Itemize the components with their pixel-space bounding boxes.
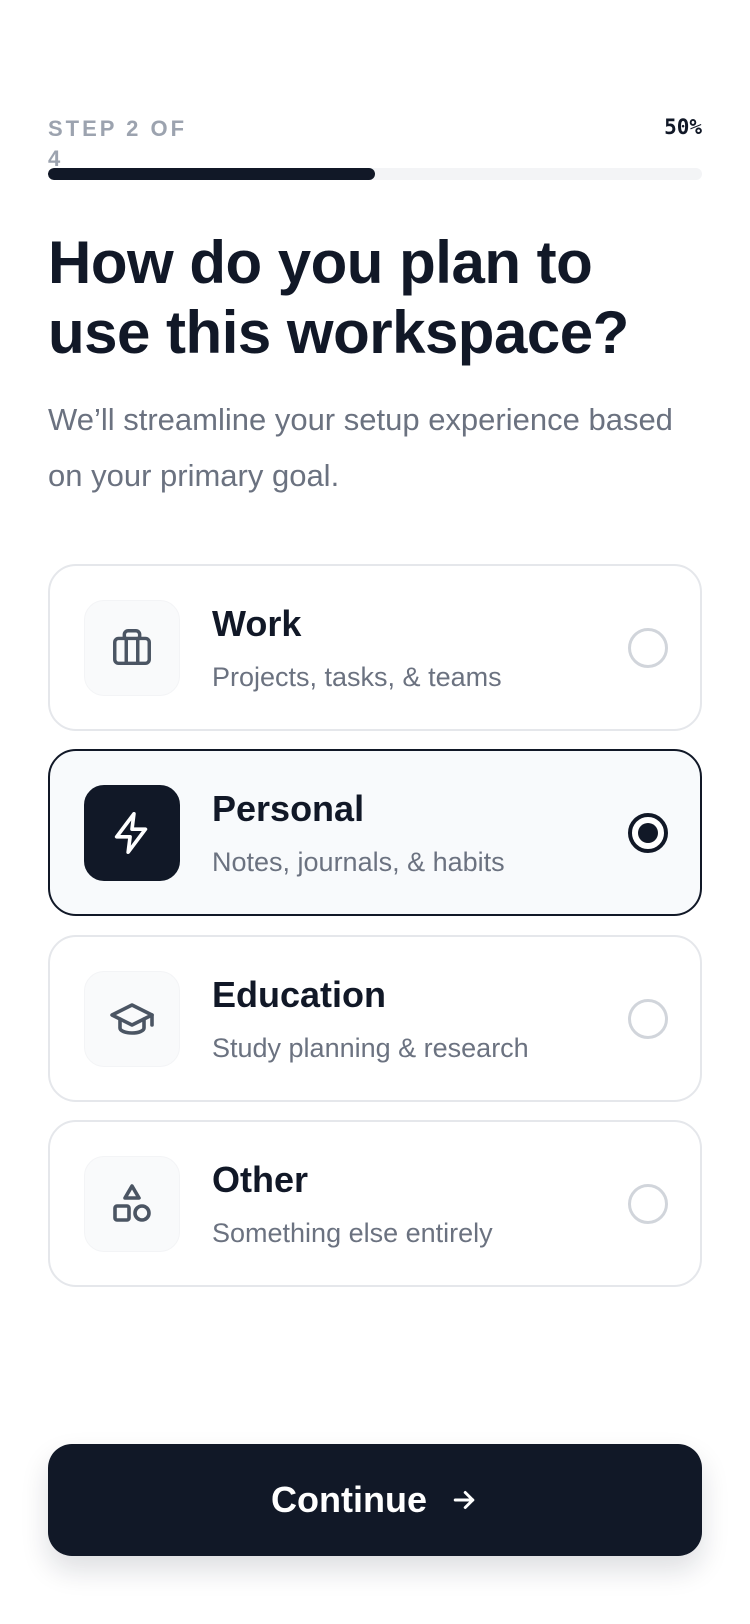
arrow-right-icon: [453, 1491, 475, 1509]
option-title: Other: [212, 1159, 309, 1200]
option-description: Study planning & research: [212, 1033, 529, 1063]
briefcase-icon: [113, 629, 151, 666]
page-subtitle: We’ll streamline your setup experience b…: [48, 402, 673, 493]
option-card-work[interactable]: Work Projects, tasks, & teams: [48, 564, 702, 731]
graduation-cap-icon: [110, 1003, 154, 1035]
option-title: Personal: [212, 788, 365, 829]
option-card-personal[interactable]: Personal Notes, journals, & habits: [48, 749, 702, 916]
page-title: How do you plan to use this workspace?: [48, 229, 629, 366]
lightning-icon: [114, 812, 148, 854]
continue-label: Continue: [271, 1479, 427, 1520]
step-label: STEP 2 OF 4: [48, 116, 188, 171]
option-description: Notes, journals, & habits: [212, 847, 505, 877]
continue-button[interactable]: Continue: [48, 1444, 702, 1556]
option-icon-container: [84, 600, 180, 696]
radio-button[interactable]: [628, 628, 668, 668]
option-title: Work: [212, 603, 302, 644]
progress-percent: 50%: [664, 115, 702, 139]
option-icon-container: [84, 785, 180, 881]
option-icon-container: [84, 1156, 180, 1252]
option-description: Something else entirely: [212, 1218, 493, 1248]
progress-bar: [48, 168, 702, 180]
option-card-other[interactable]: Other Something else entirely: [48, 1120, 702, 1287]
option-description: Projects, tasks, & teams: [212, 662, 502, 692]
radio-button[interactable]: [628, 1184, 668, 1224]
progress-bar-fill: [48, 168, 375, 180]
radio-button-selected[interactable]: [628, 813, 668, 853]
option-title: Education: [212, 974, 387, 1015]
radio-button[interactable]: [628, 999, 668, 1039]
option-icon-container: [84, 971, 180, 1067]
shapes-icon: [113, 1184, 151, 1222]
progress-header: STEP 2 OF 4 50%: [48, 114, 702, 171]
option-card-education[interactable]: Education Study planning & research: [48, 935, 702, 1102]
